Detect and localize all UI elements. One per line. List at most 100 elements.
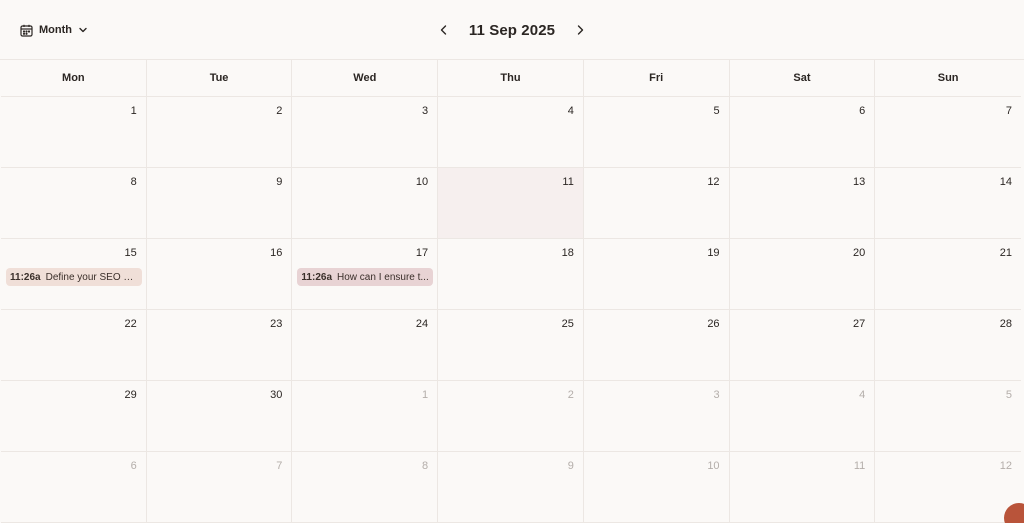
day-cell[interactable]: 30 bbox=[147, 381, 293, 451]
day-number: 24 bbox=[415, 318, 429, 330]
day-cell-other-month[interactable]: 3 bbox=[584, 381, 730, 451]
event-time: 11:26a bbox=[301, 271, 333, 283]
weekday-wed: Wed bbox=[292, 60, 439, 96]
day-number: 7 bbox=[1005, 105, 1012, 117]
day-cell[interactable]: 21 bbox=[875, 239, 1021, 309]
day-cell[interactable]: 28 bbox=[875, 310, 1021, 380]
next-month-button[interactable] bbox=[569, 19, 591, 41]
calendar-event[interactable]: 11:26a Define your SEO st... bbox=[6, 268, 142, 286]
month-grid: Mon Tue Wed Thu Fri Sat Sun 1 2 3 4 5 6 7 8 9 10 11 12 13 1… bbox=[1, 60, 1021, 523]
day-number: 12 bbox=[999, 460, 1012, 472]
day-number: 18 bbox=[561, 247, 574, 259]
week-row: 6 7 8 9 10 11 12 bbox=[1, 452, 1021, 523]
day-cell[interactable]: 26 bbox=[584, 310, 730, 380]
day-cell[interactable]: 24 bbox=[292, 310, 439, 380]
day-cell[interactable]: 12 bbox=[584, 168, 730, 238]
day-number: 4 bbox=[567, 105, 574, 117]
day-cell[interactable]: 13 bbox=[730, 168, 876, 238]
day-cell[interactable]: 22 bbox=[1, 310, 147, 380]
day-number: 8 bbox=[130, 176, 137, 188]
week-row: 29 30 1 2 3 4 5 bbox=[1, 381, 1021, 452]
day-cell-other-month[interactable]: 12 bbox=[875, 452, 1021, 522]
day-number: 16 bbox=[270, 247, 283, 259]
day-cell-other-month[interactable]: 2 bbox=[438, 381, 584, 451]
weekday-header: Mon Tue Wed Thu Fri Sat Sun bbox=[1, 60, 1021, 97]
event-title: Define your SEO st... bbox=[45, 271, 138, 283]
day-number: 10 bbox=[415, 176, 429, 188]
day-number: 15 bbox=[124, 247, 137, 259]
current-date-title: 11 Sep 2025 bbox=[468, 21, 556, 39]
day-cell[interactable]: 6 bbox=[730, 97, 876, 167]
event-title: How can I ensure t... bbox=[337, 271, 429, 283]
day-cell[interactable]: 23 bbox=[147, 310, 293, 380]
previous-month-button[interactable] bbox=[433, 19, 455, 41]
day-cell-other-month[interactable]: 8 bbox=[292, 452, 439, 522]
day-number: 2 bbox=[276, 105, 283, 117]
day-cell[interactable]: 10 bbox=[292, 168, 439, 238]
week-row: 8 9 10 11 12 13 14 bbox=[1, 168, 1021, 239]
day-number: 4 bbox=[859, 389, 866, 401]
day-cell-other-month[interactable]: 10 bbox=[584, 452, 730, 522]
weekday-sat: Sat bbox=[730, 60, 876, 96]
day-cell[interactable]: 19 bbox=[584, 239, 730, 309]
day-cell[interactable]: 17 11:26a How can I ensure t... bbox=[292, 239, 439, 309]
day-number: 9 bbox=[567, 460, 574, 472]
day-number: 9 bbox=[276, 176, 283, 188]
date-navigation: 11 Sep 2025 bbox=[0, 0, 1024, 60]
day-cell[interactable]: 4 bbox=[438, 97, 584, 167]
weekday-tue: Tue bbox=[147, 60, 293, 96]
weekday-thu: Thu bbox=[438, 60, 584, 96]
day-number: 14 bbox=[999, 176, 1012, 188]
day-cell-other-month[interactable]: 1 bbox=[292, 381, 439, 451]
weekday-fri: Fri bbox=[584, 60, 730, 96]
day-cell-other-month[interactable]: 7 bbox=[147, 452, 293, 522]
day-number: 6 bbox=[859, 105, 866, 117]
day-cell-other-month[interactable]: 5 bbox=[875, 381, 1021, 451]
day-cell-other-month[interactable]: 9 bbox=[438, 452, 584, 522]
day-cell[interactable]: 9 bbox=[147, 168, 293, 238]
day-cell-today[interactable]: 11 bbox=[438, 168, 584, 238]
day-number: 3 bbox=[713, 389, 720, 401]
day-cell[interactable]: 25 bbox=[438, 310, 584, 380]
day-cell[interactable]: 7 bbox=[875, 97, 1021, 167]
event-time: 11:26a bbox=[10, 271, 41, 283]
day-number: 1 bbox=[422, 389, 429, 401]
day-number: 25 bbox=[561, 318, 574, 330]
day-number: 28 bbox=[999, 318, 1012, 330]
day-number: 6 bbox=[130, 460, 137, 472]
day-cell-other-month[interactable]: 6 bbox=[1, 452, 147, 522]
chevron-down-icon bbox=[78, 25, 88, 35]
view-mode-dropdown[interactable]: Month bbox=[14, 17, 94, 43]
week-row: 22 23 24 25 26 27 28 bbox=[1, 310, 1021, 381]
day-cell[interactable]: 5 bbox=[584, 97, 730, 167]
day-number: 23 bbox=[270, 318, 283, 330]
day-number: 19 bbox=[707, 247, 720, 259]
day-cell[interactable]: 20 bbox=[730, 239, 876, 309]
day-cell[interactable]: 1 bbox=[1, 97, 147, 167]
day-cell[interactable]: 16 bbox=[147, 239, 293, 309]
day-number: 2 bbox=[567, 389, 574, 401]
day-cell[interactable]: 15 11:26a Define your SEO st... bbox=[1, 239, 147, 309]
day-number: 5 bbox=[1005, 389, 1012, 401]
day-cell[interactable]: 3 bbox=[292, 97, 439, 167]
day-number: 12 bbox=[707, 176, 720, 188]
day-number: 21 bbox=[999, 247, 1012, 259]
day-cell-other-month[interactable]: 4 bbox=[730, 381, 876, 451]
day-number: 11 bbox=[853, 460, 866, 472]
day-number: 29 bbox=[124, 389, 137, 401]
week-row: 1 2 3 4 5 6 7 bbox=[1, 97, 1021, 168]
chevron-right-icon bbox=[575, 24, 585, 36]
calendar-event[interactable]: 11:26a How can I ensure t... bbox=[297, 268, 434, 286]
day-number: 26 bbox=[707, 318, 720, 330]
day-cell-other-month[interactable]: 11 bbox=[730, 452, 876, 522]
day-cell[interactable]: 29 bbox=[1, 381, 147, 451]
calendar-icon bbox=[20, 24, 33, 37]
day-number: 13 bbox=[853, 176, 866, 188]
chevron-left-icon bbox=[439, 24, 449, 36]
day-number: 20 bbox=[853, 247, 866, 259]
day-cell[interactable]: 27 bbox=[730, 310, 876, 380]
day-cell[interactable]: 14 bbox=[875, 168, 1021, 238]
day-cell[interactable]: 2 bbox=[147, 97, 293, 167]
day-cell[interactable]: 18 bbox=[438, 239, 584, 309]
day-cell[interactable]: 8 bbox=[1, 168, 147, 238]
